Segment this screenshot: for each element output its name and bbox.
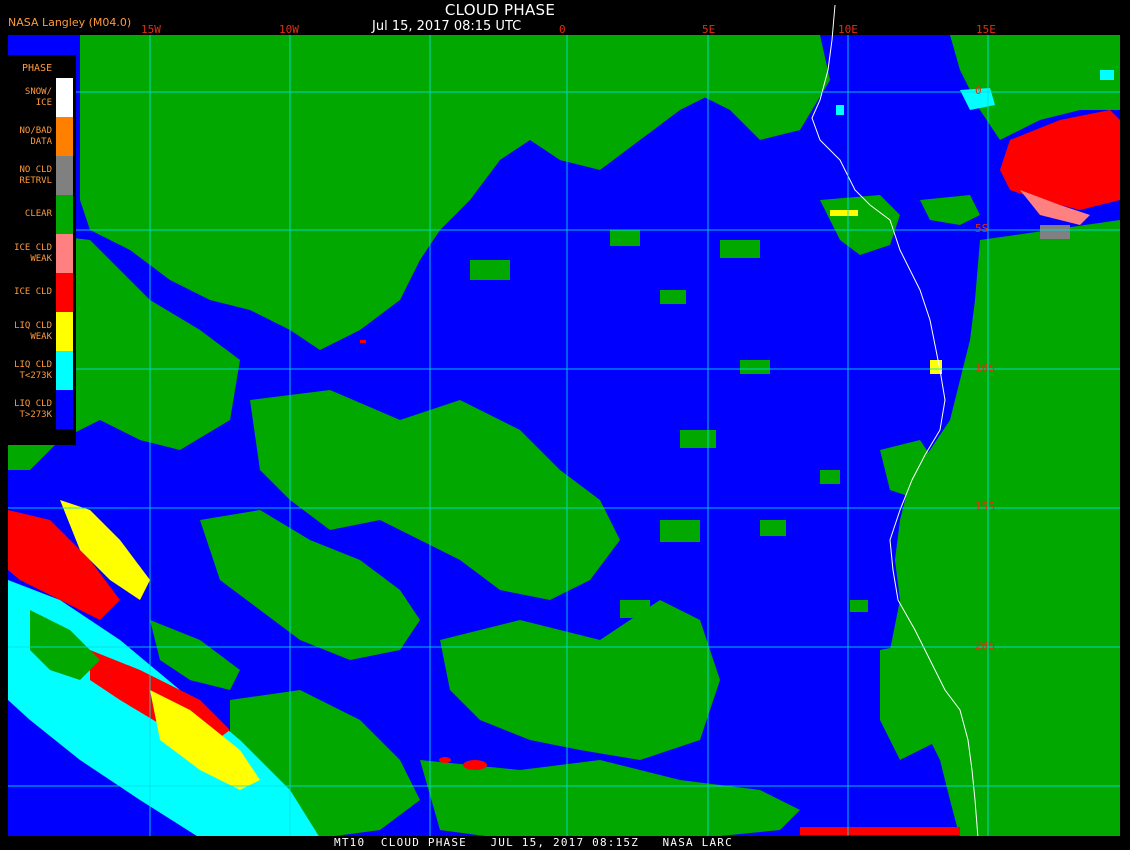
- lon-label-0: 0: [559, 23, 566, 36]
- legend-swatch: [56, 78, 73, 117]
- legend-swatch: [56, 390, 73, 429]
- legend-entry-label: SNOW/ ICE: [24, 86, 52, 108]
- lon-label-5e: 5E: [702, 23, 716, 36]
- lon-label-15e: 15E: [976, 23, 996, 36]
- producer-label: NASA Langley (M04.0): [8, 16, 132, 29]
- no-retrieval-patch: [1040, 225, 1070, 239]
- legend-swatch: [56, 351, 73, 390]
- map-title: CLOUD PHASE: [444, 1, 556, 19]
- legend-entry: CLEAR: [8, 195, 76, 234]
- legend-entry-label: ICE CLD: [14, 287, 52, 297]
- legend-entry-label: LIQ CLD WEAK: [14, 320, 52, 342]
- lon-label-10e: 10E: [838, 23, 858, 36]
- legend-entry: ICE CLD WEAK: [8, 234, 76, 273]
- lon-label-15w: 15W: [141, 23, 161, 36]
- legend-swatch: [56, 312, 73, 351]
- legend-swatch: [56, 234, 73, 273]
- lat-label-0: 0: [975, 84, 982, 97]
- lat-label-10s: 10S: [975, 361, 995, 374]
- legend-entry-label: CLEAR: [24, 209, 52, 219]
- lat-label-5s: 5S: [975, 222, 989, 235]
- legend-entry-label: NO/BAD DATA: [19, 125, 52, 147]
- legend-swatch: [56, 195, 73, 234]
- lon-label-10w: 10W: [279, 23, 299, 36]
- legend-entry: LIQ CLD T<273K: [8, 351, 76, 390]
- footer-caption: MT10 CLOUD PHASE JUL 15, 2017 08:15Z NAS…: [334, 836, 733, 849]
- lat-label-15s: 15S: [975, 500, 995, 513]
- lat-label-20s: 20S: [975, 639, 995, 652]
- map-datetime: Jul 15, 2017 08:15 UTC: [372, 19, 522, 34]
- cloud-phase-map: [8, 4, 1120, 839]
- legend-entry-label: LIQ CLD T<273K: [14, 359, 52, 381]
- legend-entry-label: ICE CLD WEAK: [14, 242, 52, 264]
- phase-legend: PHASE SNOW/ ICE NO/BAD DATA NO CLD RETRVL C…: [8, 55, 76, 445]
- legend-entry-label: LIQ CLD T>273K: [14, 398, 52, 420]
- legend-entry: NO CLD RETRVL: [8, 156, 76, 195]
- legend-swatch: [56, 156, 73, 195]
- legend-entry-label: NO CLD RETRVL: [19, 164, 52, 186]
- legend-entry: LIQ CLD WEAK: [8, 312, 76, 351]
- legend-entry: ICE CLD: [8, 273, 76, 312]
- legend-entry: LIQ CLD T>273K: [8, 390, 76, 429]
- legend-title: PHASE: [22, 63, 53, 74]
- legend-swatch: [56, 117, 73, 156]
- legend-entry: SNOW/ ICE: [8, 78, 76, 117]
- legend-entry: NO/BAD DATA: [8, 117, 76, 156]
- legend-swatch: [56, 273, 73, 312]
